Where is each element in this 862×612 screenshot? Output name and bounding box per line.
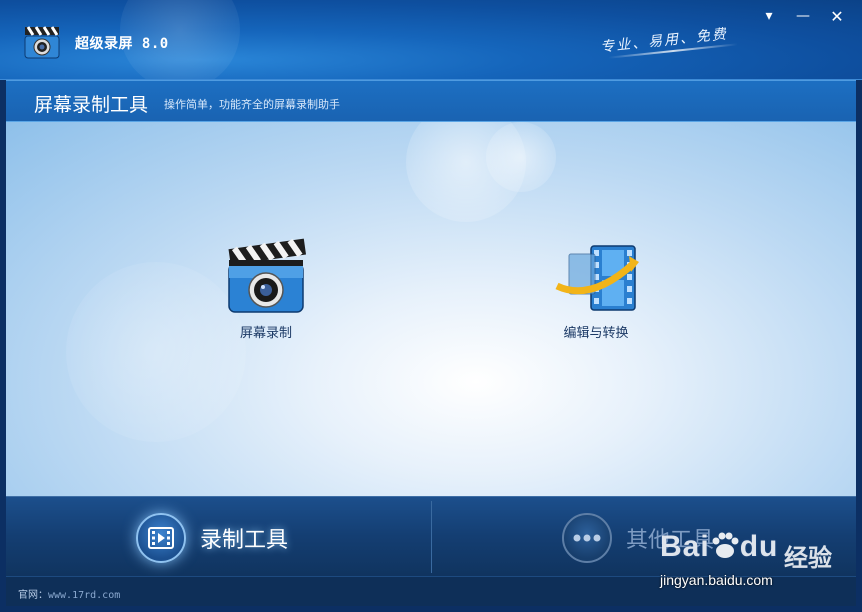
paw-icon xyxy=(712,532,739,558)
more-dots-icon xyxy=(562,513,612,563)
close-button[interactable]: ✕ xyxy=(826,6,848,26)
header-band: 屏幕录制工具 操作简单，功能齐全的屏幕录制助手 xyxy=(6,80,856,122)
watermark-cn: 经验 xyxy=(784,544,832,572)
watermark: Bai du 经验 jingyan.baidu.com xyxy=(660,520,860,610)
minimize-button[interactable]: — xyxy=(792,6,814,26)
nav-record-tools-label: 录制工具 xyxy=(200,528,289,553)
page-title: 屏幕录制工具 xyxy=(34,94,149,116)
app-title: 超级录屏 8.0 xyxy=(75,36,169,52)
nav-divider xyxy=(431,501,432,573)
watermark-url: jingyan.baidu.com xyxy=(660,572,773,588)
edit-convert-label: 编辑与转换 xyxy=(563,326,629,341)
film-icon xyxy=(136,513,186,563)
main-content: 屏幕录制 编辑与转换 xyxy=(6,122,856,496)
clapperboard-camera-icon xyxy=(228,238,307,313)
watermark-brand-part2: du xyxy=(739,530,779,563)
watermark-brand-part1: Bai xyxy=(660,530,710,563)
footer-website[interactable]: 官网：www.17rd.com xyxy=(18,586,120,601)
watermark-brand: Bai du xyxy=(660,530,778,564)
screen-record-tool[interactable]: 屏幕录制 xyxy=(216,236,316,341)
edit-convert-tool[interactable]: 编辑与转换 xyxy=(546,242,646,341)
nav-record-tools-button[interactable]: 录制工具 xyxy=(136,511,288,565)
screen-record-label: 屏幕录制 xyxy=(239,326,292,341)
page-subtitle: 操作简单，功能齐全的屏幕录制助手 xyxy=(164,98,340,111)
film-convert-icon xyxy=(555,245,639,311)
title-bar: 超级录屏 8.0 专业、易用、免费 ▾ — ✕ xyxy=(0,0,862,80)
footer-website-label: 官网： xyxy=(18,590,48,601)
menu-dropdown-button[interactable]: ▾ xyxy=(758,6,780,26)
app-logo-icon xyxy=(24,26,60,59)
bg-bubble xyxy=(486,122,556,192)
footer-website-url[interactable]: www.17rd.com xyxy=(48,590,120,601)
